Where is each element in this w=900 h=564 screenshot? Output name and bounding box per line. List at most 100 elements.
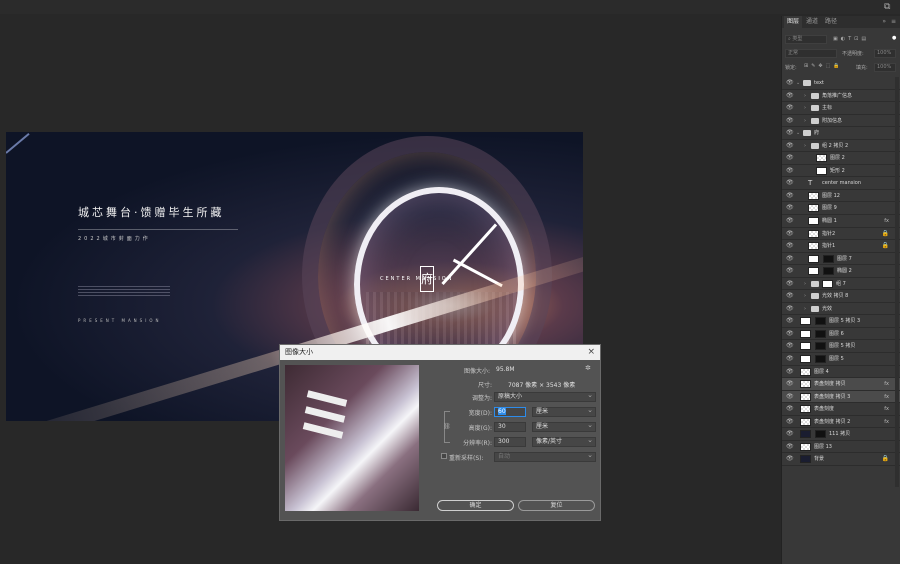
fill-input[interactable]: 100%: [874, 63, 896, 72]
expand-arrow-icon[interactable]: ›: [804, 278, 806, 290]
layer-row[interactable]: 👁 表盘刻度 拷贝 2 fx: [782, 415, 900, 429]
width-unit-select[interactable]: 厘米: [532, 406, 596, 417]
close-icon[interactable]: ×: [587, 345, 595, 360]
eye-icon[interactable]: 👁: [786, 456, 794, 462]
fx-icon[interactable]: fx: [884, 391, 889, 403]
eye-icon[interactable]: 👁: [786, 381, 794, 387]
expand-arrow-icon[interactable]: ›: [804, 102, 806, 114]
filter-toggle-icon[interactable]: ●: [892, 35, 896, 41]
layer-row[interactable]: 👁 › 主标: [782, 102, 900, 115]
eye-icon[interactable]: 👁: [786, 330, 794, 337]
layer-row[interactable]: 👁 › 附加信息: [782, 114, 900, 128]
layer-row[interactable]: 👁 › 光效: [782, 302, 900, 316]
eye-icon[interactable]: 👁: [786, 105, 794, 111]
layer-row[interactable]: 👁 › 角落推广信息: [782, 89, 900, 103]
eye-icon[interactable]: 👁: [786, 368, 794, 375]
layer-row[interactable]: 👁 › 光效 拷贝 8: [782, 290, 900, 303]
layer-row[interactable]: 👁 指针1 🔒: [782, 240, 900, 253]
panel-menu-icon[interactable]: ≡: [891, 16, 896, 28]
layer-row[interactable]: 👁 图层 4: [782, 365, 900, 379]
layer-row[interactable]: 👁 表盘刻度 拷贝 3 fx: [782, 390, 900, 404]
layer-row[interactable]: 👁 › 组 2 拷贝 2: [782, 139, 900, 153]
layer-row[interactable]: 👁 图层 13: [782, 440, 900, 454]
fx-icon[interactable]: fx: [884, 416, 889, 428]
layer-row[interactable]: 👁 指针2 🔒: [782, 227, 900, 241]
tab-layers[interactable]: 图层: [784, 16, 803, 28]
layer-row[interactable]: 👁 › 组 7: [782, 277, 900, 291]
resample-select[interactable]: 自动: [494, 451, 596, 462]
gear-icon[interactable]: ✲: [585, 364, 591, 372]
eye-icon[interactable]: 👁: [786, 255, 794, 262]
layer-row[interactable]: 👁 Tcenter mansion: [782, 177, 900, 190]
height-unit-select[interactable]: 厘米: [532, 421, 596, 432]
layer-row[interactable]: 👁 表盘刻度 拷贝 fx: [782, 378, 900, 391]
resolution-input[interactable]: 300: [494, 437, 526, 447]
eye-icon[interactable]: 👁: [786, 318, 794, 324]
eye-icon[interactable]: 👁: [786, 130, 794, 136]
eye-icon[interactable]: 👁: [786, 205, 794, 211]
collapse-icon[interactable]: »: [882, 16, 886, 28]
eye-icon[interactable]: 👁: [786, 167, 794, 174]
eye-icon[interactable]: 👁: [786, 293, 794, 299]
expand-arrow-icon[interactable]: ›: [804, 115, 806, 127]
layer-row[interactable]: 👁 椭圆 2: [782, 265, 900, 278]
expand-arrow-icon[interactable]: ›: [804, 90, 806, 102]
layer-row[interactable]: 👁 ⌄ 府: [782, 127, 900, 140]
image-preview[interactable]: [285, 365, 419, 511]
expand-arrow-icon[interactable]: ›: [804, 140, 806, 152]
eye-icon[interactable]: 👁: [786, 268, 794, 274]
layer-row[interactable]: 👁 表盘刻度 fx: [782, 403, 900, 416]
layer-row[interactable]: 👁 背景 🔒: [782, 453, 900, 466]
eye-icon[interactable]: 👁: [786, 180, 794, 186]
layer-row[interactable]: 👁 ⌄ text: [782, 77, 900, 90]
expand-arrow-icon[interactable]: ⌄: [796, 127, 800, 139]
eye-icon[interactable]: 👁: [786, 155, 794, 161]
height-input[interactable]: 30: [494, 422, 526, 432]
eye-icon[interactable]: 👁: [786, 92, 794, 99]
layer-row[interactable]: 👁 图层 9: [782, 202, 900, 216]
fit-to-select[interactable]: 原稿大小: [494, 391, 596, 402]
layer-row[interactable]: 👁 111 拷贝: [782, 428, 900, 441]
eye-icon[interactable]: 👁: [786, 406, 794, 412]
layer-row[interactable]: 👁 图层 5: [782, 353, 900, 366]
tab-channels[interactable]: 通道: [803, 16, 821, 28]
eye-icon[interactable]: 👁: [786, 280, 794, 287]
layer-row[interactable]: 👁 图层 5 拷贝: [782, 340, 900, 354]
dialog-titlebar[interactable]: 图像大小 ×: [280, 345, 600, 360]
opacity-input[interactable]: 100%: [874, 49, 896, 58]
eye-icon[interactable]: 👁: [786, 230, 794, 237]
eye-icon[interactable]: 👁: [786, 142, 794, 149]
layer-row[interactable]: 👁 图层 7: [782, 252, 900, 266]
eye-icon[interactable]: 👁: [786, 218, 794, 224]
layer-row[interactable]: 👁 图层 5 拷贝 3: [782, 315, 900, 328]
reset-button[interactable]: 复位: [518, 500, 595, 511]
eye-icon[interactable]: 👁: [786, 356, 794, 362]
fx-icon[interactable]: fx: [884, 215, 889, 227]
eye-icon[interactable]: 👁: [786, 117, 794, 124]
ok-button[interactable]: 确定: [437, 500, 514, 511]
expand-arrow-icon[interactable]: ⌄: [796, 77, 800, 89]
layer-row[interactable]: 👁 椭圆 1 fx: [782, 215, 900, 228]
eye-icon[interactable]: 👁: [786, 305, 794, 312]
resolution-unit-select[interactable]: 像素/英寸: [532, 436, 596, 447]
layer-filter-select[interactable]: ⌕ 类型: [785, 35, 827, 44]
layer-row[interactable]: 👁 图层 6: [782, 327, 900, 341]
eye-icon[interactable]: 👁: [786, 443, 794, 450]
expand-arrow-icon[interactable]: ›: [804, 290, 806, 302]
layer-row[interactable]: 👁 矩形 2: [782, 164, 900, 178]
eye-icon[interactable]: 👁: [786, 431, 794, 437]
expand-arrow-icon[interactable]: ›: [804, 303, 806, 315]
layers-scrollbar[interactable]: [895, 77, 899, 487]
workspace-icon[interactable]: ⧉: [884, 2, 896, 12]
lock-icons[interactable]: ⊞✎✥⬚🔒: [804, 63, 843, 69]
eye-icon[interactable]: 👁: [786, 418, 794, 425]
fx-icon[interactable]: fx: [884, 403, 889, 415]
layer-row[interactable]: 👁 图层 12: [782, 189, 900, 203]
tab-paths[interactable]: 路径: [822, 16, 840, 28]
eye-icon[interactable]: 👁: [786, 393, 794, 400]
fx-icon[interactable]: fx: [884, 378, 889, 390]
eye-icon[interactable]: 👁: [786, 243, 794, 249]
eye-icon[interactable]: 👁: [786, 343, 794, 349]
blend-mode-select[interactable]: 正常: [785, 49, 837, 58]
width-input[interactable]: 60: [494, 407, 526, 417]
